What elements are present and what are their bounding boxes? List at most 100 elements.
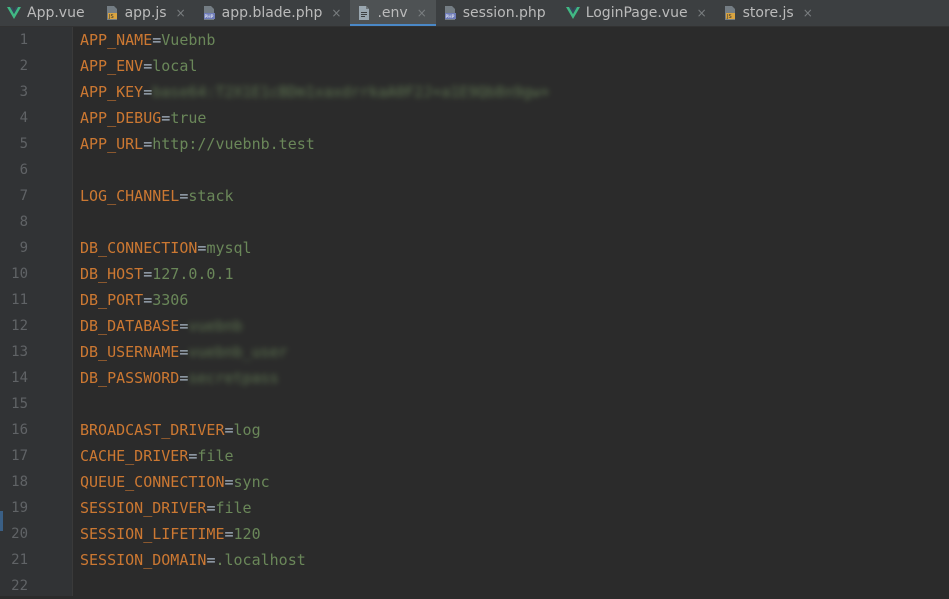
close-tab-icon[interactable]: × — [697, 6, 707, 20]
code-line[interactable]: 5 APP_URL=http://vuebnb.test — [0, 131, 949, 157]
php-file-icon: PHP — [201, 5, 217, 21]
line-number: 21 — [11, 552, 28, 568]
vue-icon — [6, 5, 22, 21]
tab-label: .env — [377, 5, 408, 21]
line-number: 18 — [11, 474, 28, 490]
code-line[interactable]: 11 DB_PORT=3306 — [0, 287, 949, 313]
env-value: 3306 — [152, 291, 189, 309]
code-line[interactable]: 12 DB_DATABASE=vuebnb — [0, 313, 949, 339]
line-number: 1 — [19, 32, 28, 48]
code-line[interactable]: 4 APP_DEBUG=true — [0, 105, 949, 131]
php-file-icon: PHP — [442, 5, 458, 21]
tab-label: app.js — [124, 5, 167, 21]
env-value: mysql — [206, 239, 252, 257]
env-value: stack — [188, 187, 234, 205]
equals-sign: = — [143, 291, 153, 309]
tab-loginpage-vue[interactable]: LoginPage.vue × — [559, 0, 716, 26]
tab-app-vue[interactable]: App.vue — [0, 0, 98, 26]
tab-label: App.vue — [27, 5, 85, 21]
env-entry: DB_HOST=127.0.0.1 — [80, 261, 234, 287]
line-number: 22 — [11, 578, 28, 594]
close-tab-icon[interactable]: × — [331, 6, 341, 20]
tab-label: LoginPage.vue — [585, 5, 688, 21]
env-key: LOG_CHANNEL — [80, 187, 180, 205]
env-entry: SESSION_DRIVER=file — [80, 495, 252, 521]
tab-app-blade-php[interactable]: PHP app.blade.php × — [195, 0, 351, 26]
env-entry: APP_NAME=Vuebnb — [80, 27, 215, 53]
line-number: 2 — [19, 58, 28, 74]
env-value-redacted: vuebnb_user — [188, 343, 288, 361]
code-line[interactable]: 17 CACHE_DRIVER=file — [0, 443, 949, 469]
equals-sign: = — [143, 57, 153, 75]
env-key: APP_DEBUG — [80, 109, 162, 127]
svg-text:JS: JS — [726, 14, 732, 20]
equals-sign: = — [224, 473, 234, 491]
env-value: Vuebnb — [161, 31, 216, 49]
close-tab-icon[interactable]: × — [803, 6, 813, 20]
line-number: 19 — [11, 500, 28, 516]
env-key: CACHE_DRIVER — [80, 447, 189, 465]
code-line[interactable]: 18 QUEUE_CONNECTION=sync — [0, 469, 949, 495]
code-line[interactable]: 13 DB_USERNAME=vuebnb_user — [0, 339, 949, 365]
code-line[interactable]: 7 LOG_CHANNEL=stack — [0, 183, 949, 209]
env-entry: APP_ENV=local — [80, 53, 197, 79]
env-key: DB_PASSWORD — [80, 369, 180, 387]
env-entry: APP_KEY=base64:T2X1E1cBDm1xaxdrrkaA0F2J+… — [80, 79, 550, 105]
close-tab-icon[interactable]: × — [176, 6, 186, 20]
tab-label: app.blade.php — [221, 5, 323, 21]
tab-label: session.php — [462, 5, 546, 21]
equals-sign: = — [143, 83, 153, 101]
equals-sign: = — [143, 135, 153, 153]
code-line[interactable]: 3 APP_KEY=base64:T2X1E1cBDm1xaxdrrkaA0F2J… — [0, 79, 949, 105]
env-key: SESSION_DRIVER — [80, 499, 207, 517]
env-entry: LOG_CHANNEL=stack — [80, 183, 234, 209]
line-number: 12 — [11, 318, 28, 334]
tab-app-js[interactable]: JS app.js × — [98, 0, 195, 26]
code-line[interactable]: 6 — [0, 157, 949, 183]
code-line[interactable]: 9 DB_CONNECTION=mysql — [0, 235, 949, 261]
line-number: 7 — [19, 188, 28, 204]
env-value: sync — [233, 473, 270, 491]
env-value: 120 — [233, 525, 261, 543]
env-key: DB_USERNAME — [80, 343, 180, 361]
env-entry: DB_PORT=3306 — [80, 287, 188, 313]
env-key: DB_HOST — [80, 265, 144, 283]
line-number: 5 — [19, 136, 28, 152]
env-key: DB_PORT — [80, 291, 144, 309]
code-line[interactable]: 16 BROADCAST_DRIVER=log — [0, 417, 949, 443]
code-editor[interactable]: 1 APP_NAME=Vuebnb 2 APP_ENV=local 3 APP_KEY=b… — [0, 27, 949, 596]
env-entry: CACHE_DRIVER=file — [80, 443, 234, 469]
env-value: http://vuebnb.test — [152, 135, 315, 153]
close-tab-icon[interactable]: × — [417, 6, 427, 20]
tab-env[interactable]: .env × — [350, 0, 437, 26]
js-file-icon: JS — [104, 5, 120, 21]
code-line[interactable]: 21 SESSION_DOMAIN=.localhost — [0, 547, 949, 573]
equals-sign: = — [224, 421, 234, 439]
env-entry: BROADCAST_DRIVER=log — [80, 417, 261, 443]
code-line[interactable]: 14 DB_PASSWORD=secretpass — [0, 365, 949, 391]
code-line[interactable]: 10 DB_HOST=127.0.0.1 — [0, 261, 949, 287]
env-value: file — [215, 499, 252, 517]
code-line[interactable]: 22 — [0, 573, 949, 599]
code-line[interactable]: 19 SESSION_DRIVER=file — [0, 495, 949, 521]
code-line[interactable]: 15 — [0, 391, 949, 417]
code-line[interactable]: 20 SESSION_LIFETIME=120 — [0, 521, 949, 547]
env-key: APP_KEY — [80, 83, 144, 101]
code-line[interactable]: 2 APP_ENV=local — [0, 53, 949, 79]
code-line[interactable]: 1 APP_NAME=Vuebnb — [0, 27, 949, 53]
tab-label: store.js — [742, 5, 794, 21]
env-key: APP_NAME — [80, 31, 153, 49]
env-value: file — [197, 447, 234, 465]
code-line[interactable]: 8 — [0, 209, 949, 235]
tab-store-js[interactable]: JS store.js × — [716, 0, 822, 26]
env-entry: DB_USERNAME=vuebnb_user — [80, 339, 288, 365]
tab-session-php[interactable]: PHP session.php — [436, 0, 559, 26]
equals-sign: = — [161, 109, 171, 127]
env-entry: APP_URL=http://vuebnb.test — [80, 131, 315, 157]
env-key: SESSION_DOMAIN — [80, 551, 207, 569]
env-key: DB_DATABASE — [80, 317, 180, 335]
line-number: 4 — [19, 110, 28, 126]
line-number: 20 — [11, 526, 28, 542]
env-entry: DB_DATABASE=vuebnb — [80, 313, 243, 339]
env-value-redacted: base64:T2X1E1cBDm1xaxdrrkaA0F2J+a1E9Qb8n… — [152, 83, 550, 101]
